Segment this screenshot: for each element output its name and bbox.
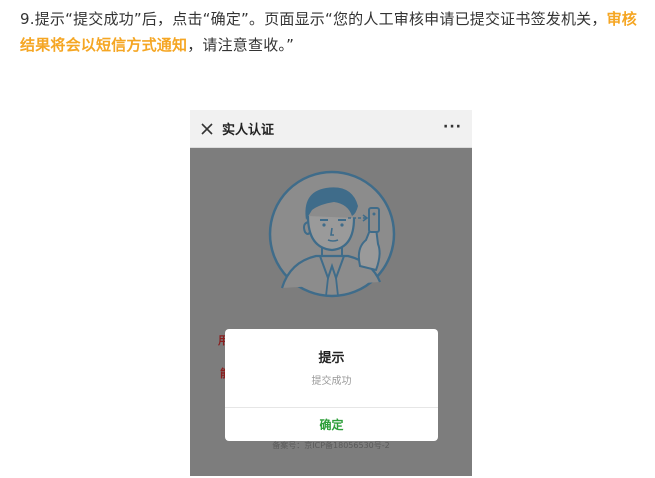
close-icon[interactable] (192, 110, 222, 148)
instruction-paragraph: 9.提示“提交成功”后，点击“确定”。页面显示“您的人工审核申请已提交证书签发机… (20, 6, 640, 58)
more-options-icon[interactable]: ··· (443, 119, 462, 135)
face-verification-illustration (268, 170, 396, 298)
alert-dialog: 提示 提交成功 确定 (225, 329, 438, 441)
dialog-title: 提示 (318, 351, 345, 366)
dialog-message: 提交成功 (311, 376, 352, 387)
page-title: 实人认证 (222, 123, 275, 138)
title-bar: 实人认证 ··· (190, 110, 472, 148)
instruction-text-after: ，请注意查收。” (187, 36, 295, 54)
icp-record-text: 备案号：京ICP备18056530号-2 (272, 441, 390, 450)
phone-screenshot: 实人认证 ··· 用 能 备案号：京ICP备18056530号-2 提示 (190, 110, 472, 476)
confirm-button[interactable]: 确定 (225, 408, 438, 441)
instruction-text-before: 9.提示“提交成功”后，点击“确定”。页面显示“您的人工审核申请已提交证书签发机… (20, 10, 607, 28)
